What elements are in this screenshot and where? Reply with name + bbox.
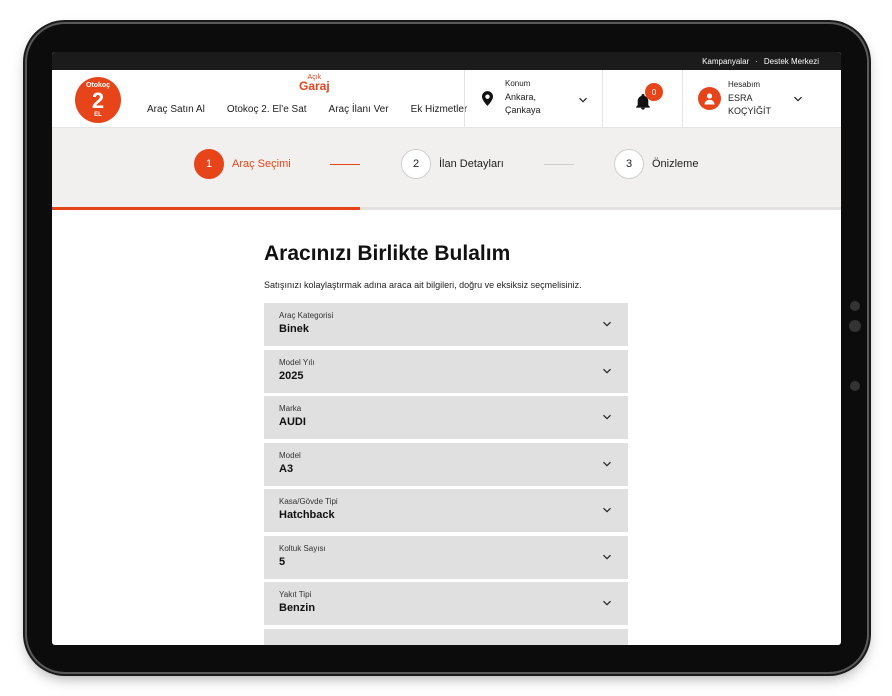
- field-value: 2025: [279, 369, 304, 382]
- chevron-down-icon: [603, 600, 611, 606]
- field-label: Koltuk Sayısı: [279, 543, 326, 553]
- select-fuel-type[interactable]: Yakıt Tipi Benzin: [264, 582, 628, 625]
- nav-extra-services[interactable]: Ek Hizmetler: [411, 104, 468, 115]
- location-chevron-down-icon[interactable]: [578, 95, 588, 105]
- field-value: Benzin: [279, 602, 316, 614]
- header-divider: [602, 70, 603, 128]
- step-vehicle-selection[interactable]: 1 Araç Seçimi: [194, 149, 291, 179]
- select-model-year[interactable]: Model Yılı 2025: [264, 349, 628, 393]
- person-icon: [704, 93, 715, 105]
- location-city: Ankara,: [505, 92, 537, 102]
- select-model[interactable]: Model A3: [264, 442, 628, 486]
- step-label: Önizleme: [652, 158, 699, 170]
- account-chevron-down-icon[interactable]: [793, 94, 803, 104]
- main-nav: Araç Satın Al Otokoç 2. El'e Sat Araç İl…: [147, 104, 489, 115]
- campaigns-link[interactable]: Kampanyalar: [702, 57, 749, 66]
- vehicle-fields: Araç Kategorisi Binek Model Yılı 2025 Ma…: [264, 303, 628, 645]
- select-seat-count[interactable]: Koltuk Sayısı 5: [264, 535, 628, 579]
- listing-stepper: 1 Araç Seçimi 2 İlan Detayları 3 Önizlem…: [52, 128, 841, 210]
- tablet-side-button: [849, 320, 861, 332]
- user-avatar-icon[interactable]: [698, 87, 721, 110]
- step-label: Araç Seçimi: [232, 158, 291, 170]
- field-value: Binek: [279, 323, 309, 335]
- topbar-separator: ·: [755, 56, 758, 66]
- acik-garaj-bottom: Garaj: [299, 79, 330, 93]
- step-label: İlan Detayları: [439, 158, 504, 170]
- logo-bottom-text: EL: [94, 111, 102, 118]
- header-divider: [682, 70, 683, 128]
- step-connector: [544, 164, 574, 165]
- field-label: Yakıt Tipi: [279, 590, 312, 599]
- field-value: A3: [279, 462, 294, 475]
- page-title: Aracınızı Birlikte Bulalım: [264, 242, 511, 265]
- nav-sell-to-otokoc[interactable]: Otokoç 2. El'e Sat: [227, 104, 307, 115]
- step-connector: [330, 164, 360, 165]
- notification-count-badge: 0: [645, 83, 663, 101]
- chevron-down-icon: [603, 461, 611, 467]
- tablet-side-button: [850, 381, 860, 391]
- step-listing-details[interactable]: 2 İlan Detayları: [401, 149, 504, 179]
- field-value: Hatchback: [279, 509, 335, 521]
- account-first-name: ESRA: [728, 93, 753, 103]
- step-number: 1: [194, 149, 224, 179]
- nav-post-listing[interactable]: Araç İlanı Ver: [329, 104, 389, 115]
- support-center-link[interactable]: Destek Merkezi: [764, 57, 819, 66]
- field-label: Marka: [279, 404, 302, 413]
- field-label: Araç Kategorisi: [279, 311, 334, 320]
- field-label: Kasa/Gövde Tipi: [279, 497, 338, 506]
- logo-mid-text: 2: [91, 87, 105, 113]
- location-label: Konum: [505, 79, 531, 88]
- select-vehicle-category[interactable]: Araç Kategorisi Binek: [264, 303, 628, 346]
- nav-buy-car[interactable]: Araç Satın Al: [147, 104, 205, 115]
- step-preview[interactable]: 3 Önizleme: [614, 149, 698, 179]
- account-last-name: KOÇYİĞİT: [728, 106, 772, 116]
- top-utility-bar: Kampanyalar · Destek Merkezi: [52, 52, 841, 70]
- step-number: 2: [401, 149, 431, 179]
- page-subtitle: Satışınızı kolaylaştırmak adına araca ai…: [264, 280, 582, 290]
- location-pin-icon: [482, 91, 493, 106]
- chevron-down-icon: [603, 507, 611, 513]
- select-next-field-partial[interactable]: [264, 628, 628, 645]
- location-selector[interactable]: Konum Ankara, Çankaya: [505, 79, 541, 117]
- chevron-down-icon: [603, 368, 611, 374]
- field-value: AUDI: [279, 416, 306, 428]
- chevron-down-icon: [603, 554, 611, 560]
- account-menu[interactable]: Hesabım ESRA KOÇYİĞİT: [728, 80, 771, 118]
- acik-garaj-logo[interactable]: Açık Garaj: [299, 73, 330, 93]
- tablet-frame: Kampanyalar · Destek Merkezi Otokoç 2 EL…: [27, 24, 867, 672]
- vehicle-form: Aracınızı Birlikte Bulalım Satışınızı ko…: [264, 242, 628, 645]
- select-brand[interactable]: Marka AUDI: [264, 396, 628, 439]
- chevron-down-icon: [603, 321, 611, 327]
- location-district: Çankaya: [505, 105, 541, 115]
- field-label: Model Yılı: [279, 357, 315, 367]
- app-screen: Kampanyalar · Destek Merkezi Otokoç 2 EL…: [52, 52, 841, 645]
- chevron-down-icon: [603, 414, 611, 420]
- select-body-type[interactable]: Kasa/Gövde Tipi Hatchback: [264, 489, 628, 532]
- stepper-progress-fill: [52, 207, 360, 210]
- otokoc-2el-logo[interactable]: Otokoç 2 EL: [75, 77, 121, 123]
- account-label: Hesabım: [728, 80, 761, 89]
- field-value: 5: [279, 555, 286, 568]
- site-header: Otokoç 2 EL Açık Garaj Araç Satın Al Oto…: [52, 70, 841, 128]
- header-divider: [464, 70, 465, 128]
- step-number: 3: [614, 149, 644, 179]
- field-label: Model: [279, 450, 301, 460]
- tablet-side-button: [850, 301, 860, 311]
